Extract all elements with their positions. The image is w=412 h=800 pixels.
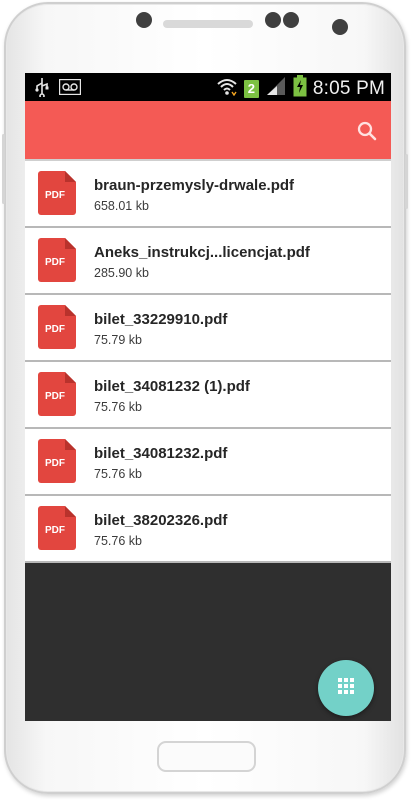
pdf-file-icon: PDF [38,171,76,215]
front-sensor [136,12,152,28]
file-size: 75.76 kb [94,400,142,414]
grid-icon [337,677,355,700]
home-button[interactable] [157,741,256,772]
svg-text:PDF: PDF [45,458,65,469]
file-row[interactable]: PDF bilet_34081232.pdf 75.76 kb [25,429,391,496]
pdf-file-icon: PDF [38,439,76,483]
file-row[interactable]: PDF Aneks_instrukcj...licencjat.pdf 285.… [25,228,391,295]
svg-text:PDF: PDF [45,391,65,402]
svg-text:PDF: PDF [45,324,65,335]
clock: 8:05 PM [312,77,385,99]
pdf-file-icon: PDF [38,372,76,416]
earpiece-speaker [163,20,253,28]
svg-text:PDF: PDF [45,257,65,268]
volume-button [2,134,5,204]
usb-icon [35,77,49,102]
power-button [405,154,408,209]
screen: 2 8:05 PM PDF braun-przemysly-drwale.pdf… [25,73,391,721]
file-row[interactable]: PDF bilet_38202326.pdf 75.76 kb [25,496,391,563]
file-name: braun-przemysly-drwale.pdf [94,177,295,194]
file-name: bilet_38202326.pdf [94,512,228,529]
file-size: 75.76 kb [94,534,142,548]
file-size: 75.76 kb [94,467,142,481]
file-list: PDF braun-przemysly-drwale.pdf 658.01 kb… [25,159,391,563]
voicemail-icon [58,78,82,100]
file-name: bilet_34081232 (1).pdf [94,378,250,395]
app-bar [25,101,391,159]
file-name: Aneks_instrukcj...licencjat.pdf [94,244,310,261]
grid-view-button[interactable] [318,660,374,716]
front-sensor-2 [283,12,299,28]
status-bar: 2 8:05 PM [25,73,391,101]
file-name: bilet_34081232.pdf [94,445,228,462]
file-size: 75.79 kb [94,333,142,347]
front-camera [265,12,281,28]
wifi-icon [216,76,238,101]
signal-icon [265,76,287,101]
pdf-file-icon: PDF [38,305,76,349]
sim-badge: 2 [243,79,259,98]
file-size: 658.01 kb [94,199,149,213]
pdf-file-icon: PDF [38,506,76,550]
svg-text:PDF: PDF [45,525,65,536]
file-name: bilet_33229910.pdf [94,311,228,328]
search-icon[interactable] [355,119,379,143]
pdf-file-icon: PDF [38,238,76,282]
file-row[interactable]: PDF braun-przemysly-drwale.pdf 658.01 kb [25,159,391,228]
file-row[interactable]: PDF bilet_33229910.pdf 75.79 kb [25,295,391,362]
svg-text:PDF: PDF [45,190,65,201]
proximity-sensor [332,19,348,35]
file-row[interactable]: PDF bilet_34081232 (1).pdf 75.76 kb [25,362,391,429]
file-size: 285.90 kb [94,266,149,280]
battery-charging-icon [293,75,307,102]
